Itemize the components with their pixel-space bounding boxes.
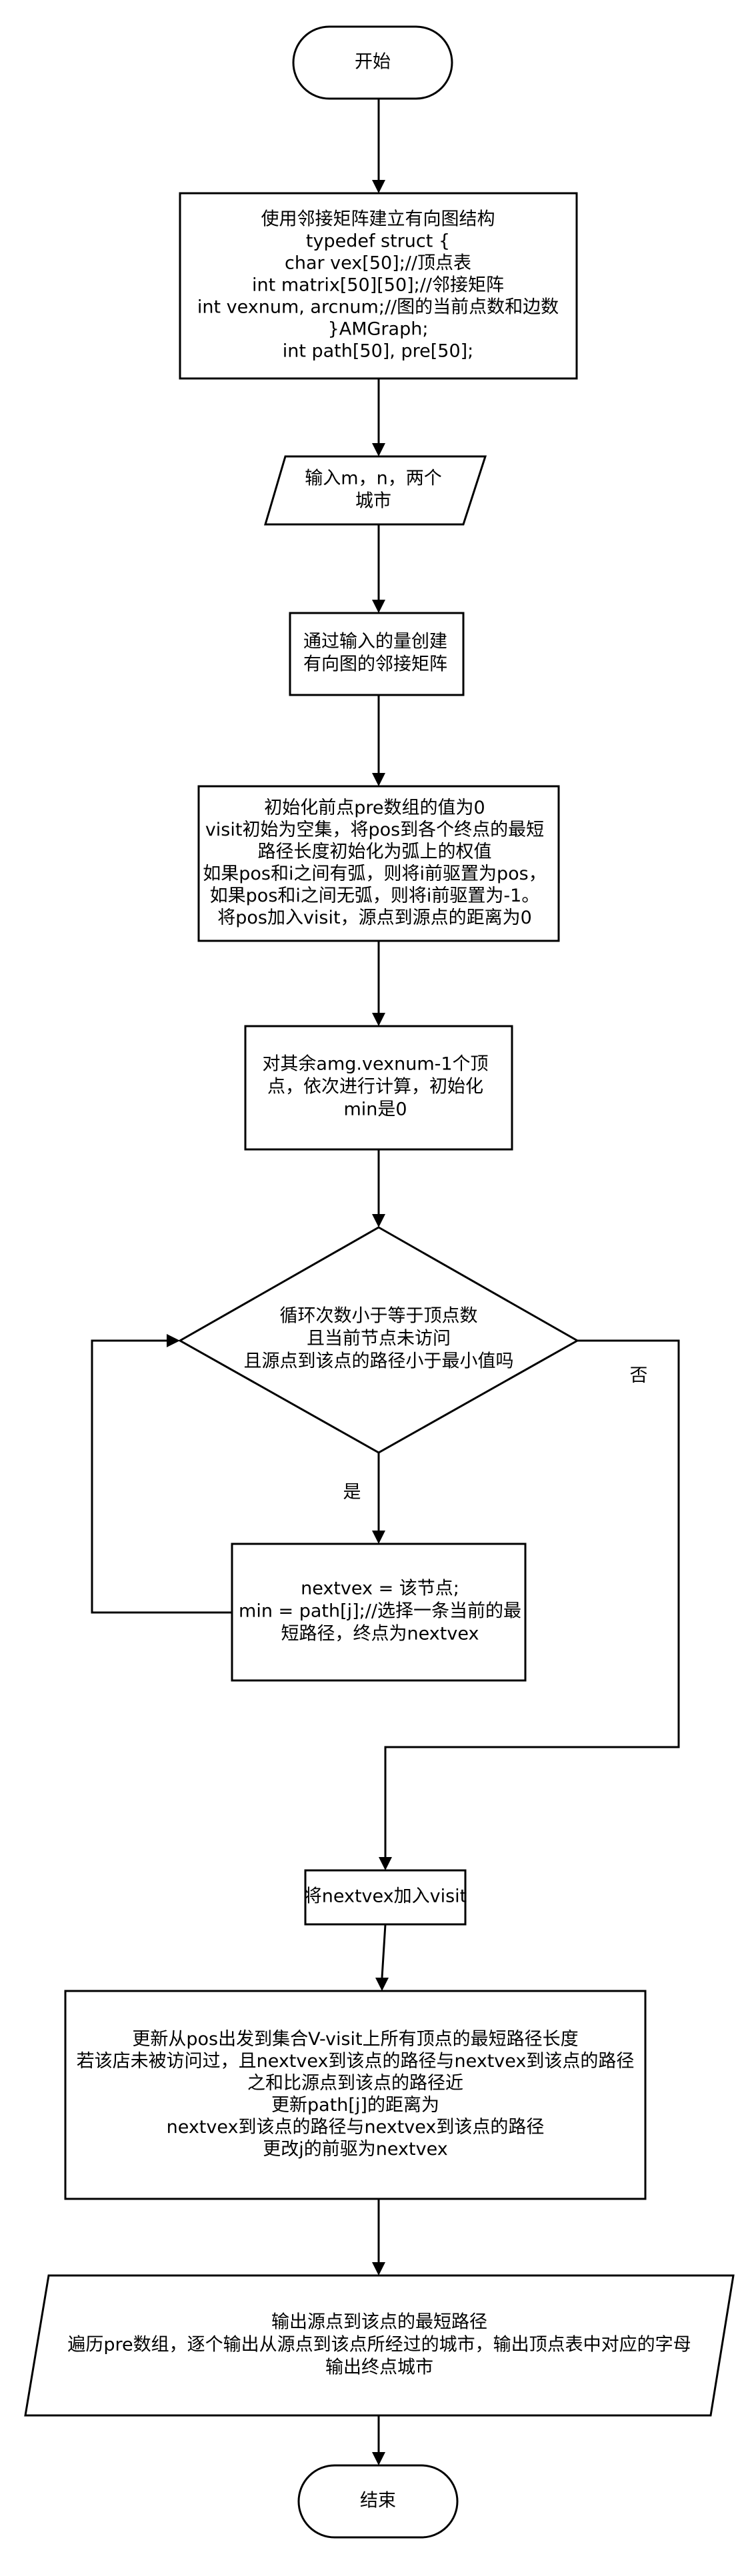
arrowhead <box>372 1214 385 1227</box>
node-text-line: int matrix[50][50];//邻接矩阵 <box>252 275 504 296</box>
node-text-line: nextvex到该点的路径与nextvex到该点的路径 <box>167 2117 545 2138</box>
node-text-line: 输出终点城市 <box>325 2357 433 2378</box>
arrowhead <box>372 180 385 193</box>
node-text-line: 如果pos和i之间有弧，则将i前驱置为pos， <box>203 864 546 884</box>
io-input-cities: 输入m，n，两个城市 <box>263 455 487 526</box>
process-graph-struct: 使用邻接矩阵建立有向图结构typedef struct {char vex[50… <box>179 192 578 380</box>
node-text-line: }AMGraph; <box>328 319 429 340</box>
node-text-line: 若该店未被访问过，且nextvex到该点的路径与nextvex到该点的路径 <box>77 2051 635 2072</box>
node-text-line: 通过输入的量创建 <box>303 632 447 652</box>
io-output-path: 输出源点到该点的最短路径遍历pre数组，逐个输出从源点到该点所经过的城市，输出顶… <box>24 2274 735 2417</box>
node-text-line: 输出源点到该点的最短路径 <box>271 2312 487 2333</box>
node-text-start: 开始 <box>355 52 391 73</box>
process-loop-init: 对其余amg.vexnum-1个顶点，依次进行计算，初始化min是0 <box>244 1025 513 1151</box>
process-add-visit: 将nextvex加入visit <box>304 1869 467 1926</box>
node-text-line: 使用邻接矩阵建立有向图结构 <box>261 209 495 230</box>
arrowhead <box>379 1857 392 1870</box>
node-text-line: 对其余amg.vexnum-1个顶 <box>262 1054 488 1075</box>
node-text-line: min = path[j];//选择一条当前的最 <box>239 1601 521 1622</box>
node-text-line: 将nextvex加入visit <box>304 1886 467 1907</box>
node-text-line: min是0 <box>343 1099 407 1120</box>
node-text-line: char vex[50];//顶点表 <box>285 253 471 274</box>
node-text-line: 更改j的前驱为nextvex <box>263 2139 447 2160</box>
node-text-line: 遍历pre数组，逐个输出从源点到该点所经过的城市，输出顶点表中对应的字母 <box>67 2335 691 2355</box>
node-text-line: 结束 <box>360 2491 396 2511</box>
node-text-line: 且源点到该点的路径小于最小值吗 <box>244 1351 514 1372</box>
flowchart: 是 否 开始 使用邻接矩阵建立有向图结构typedef struct {char… <box>24 25 735 2539</box>
arrowhead <box>372 1531 385 1544</box>
terminal-end: 结束 <box>297 2464 459 2539</box>
node-text-line: 短路径，终点为nextvex <box>281 1624 479 1644</box>
decision-loop-condition: 循环次数小于等于顶点数且当前节点未访问且源点到该点的路径小于最小值吗 <box>177 1226 580 1454</box>
terminal-start: 开始 <box>292 25 453 100</box>
process-create-matrix: 通过输入的量创建有向图的邻接矩阵 <box>289 612 465 696</box>
node-text-line: 输入m，n，两个 <box>305 468 441 489</box>
node-text-line: 点，依次进行计算，初始化 <box>267 1077 483 1097</box>
edge-loop-back <box>91 1339 232 1614</box>
node-text-line: 循环次数小于等于顶点数 <box>280 1306 478 1327</box>
arrowhead <box>372 773 385 786</box>
arrowhead <box>372 443 385 456</box>
node-text-line: int path[50], pre[50]; <box>283 341 474 362</box>
node-text-line: 将pos加入visit，源点到源点的距离为0 <box>217 908 532 928</box>
node-text-line: visit初始为空集，将pos到各个终点的最短 <box>205 820 544 840</box>
node-text-line: 有向图的邻接矩阵 <box>303 654 447 675</box>
arrowhead <box>372 600 385 613</box>
node-text-line: 初始化前点pre数组的值为0 <box>264 798 485 818</box>
process-init: 初始化前点pre数组的值为0visit初始为空集，将pos到各个终点的最短路径长… <box>197 785 560 942</box>
arrowhead <box>372 2262 385 2275</box>
edge-add-visit-to-update-path <box>381 1924 387 1978</box>
node-text-line: nextvex = 该节点; <box>301 1579 459 1599</box>
node-text-line: 开始 <box>355 52 391 73</box>
node-text-line: 如果pos和i之间无弧，则将i前驱置为-1。 <box>210 886 540 906</box>
node-text-end: 结束 <box>360 2491 396 2511</box>
node-text-line: typedef struct { <box>306 231 450 252</box>
edge-label-no: 否 <box>630 1365 648 1386</box>
node-text-line: 且当前节点未访问 <box>307 1329 451 1349</box>
node-text-line: 之和比源点到该点的路径近 <box>247 2073 463 2094</box>
node-text-add-visit: 将nextvex加入visit <box>304 1886 467 1907</box>
process-update-min: nextvex = 该节点;min = path[j];//选择一条当前的最短路… <box>231 1543 527 1682</box>
node-text-line: 更新path[j]的距离为 <box>271 2095 439 2116</box>
node-text-line: 更新从pos出发到集合V-visit上所有顶点的最短路径长度 <box>132 2029 578 2050</box>
arrowhead <box>372 2452 385 2465</box>
process-update-path: 更新从pos出发到集合V-visit上所有顶点的最短路径长度若该店未被访问过，且… <box>64 1990 647 2200</box>
arrowhead <box>375 1978 389 1991</box>
edge-label-yes: 是 <box>343 1482 361 1503</box>
node-text-line: 城市 <box>355 491 391 512</box>
node-text-line: 路径长度初始化为弧上的权值 <box>258 842 492 862</box>
node-text-line: int vexnum, arcnum;//图的当前点数和边数 <box>197 297 559 318</box>
arrowhead <box>372 1013 385 1026</box>
